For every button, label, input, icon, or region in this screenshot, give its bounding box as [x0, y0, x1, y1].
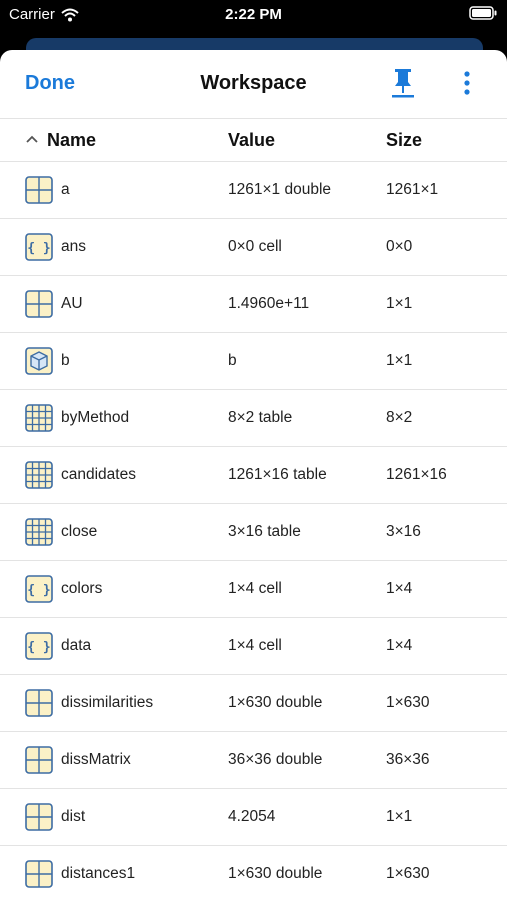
variable-name: dissimilarities	[61, 694, 154, 711]
table-row[interactable]: dissMatrix 36×36 double 36×36	[0, 732, 507, 789]
status-bar: Carrier 2:22 PM	[0, 0, 507, 30]
pin-icon[interactable]	[390, 67, 416, 99]
variable-size: 3×16	[386, 523, 421, 540]
variable-name: dissMatrix	[61, 751, 131, 768]
table-row[interactable]: close 3×16 table 3×16	[0, 504, 507, 561]
table-row[interactable]: a 1261×1 double 1261×1	[0, 162, 507, 219]
matrix-icon	[25, 803, 53, 831]
variable-size: 1×630	[386, 865, 430, 882]
navigation-bar: Done Workspace	[0, 50, 507, 119]
variable-value: 3×16 table	[228, 523, 301, 540]
matrix-icon	[25, 746, 53, 774]
battery-icon	[469, 6, 497, 20]
table-row[interactable]: candidates 1261×16 table 1261×16	[0, 447, 507, 504]
name-column-header[interactable]: Name	[47, 130, 96, 151]
table-icon	[25, 461, 53, 489]
variable-size: 1261×16	[386, 466, 447, 483]
variable-value: 0×0 cell	[228, 238, 282, 255]
variable-size: 0×0	[386, 238, 413, 255]
variable-size: 1×1	[386, 808, 413, 825]
variable-value: 4.2054	[228, 808, 276, 825]
variable-value: 1×4 cell	[228, 580, 282, 597]
more-options-icon[interactable]	[456, 68, 478, 98]
svg-text:{ }: { }	[27, 241, 50, 256]
variable-size: 1×1	[386, 295, 413, 312]
variable-name: AU	[61, 295, 83, 312]
variable-value: 36×36 double	[228, 751, 323, 768]
matrix-icon	[25, 176, 53, 204]
object-icon	[25, 347, 53, 375]
done-button[interactable]: Done	[25, 72, 75, 95]
variable-name: data	[61, 637, 92, 654]
svg-text:{ }: { }	[27, 583, 50, 598]
variable-name: ans	[61, 238, 86, 255]
variable-size: 8×2	[386, 409, 413, 426]
table-row[interactable]: { } ans 0×0 cell 0×0	[0, 219, 507, 276]
variable-value: b	[228, 352, 237, 369]
cell-icon: { }	[25, 233, 53, 261]
variable-name: dist	[61, 808, 86, 825]
variable-value: 8×2 table	[228, 409, 293, 426]
variable-name: distances1	[61, 865, 136, 882]
table-row[interactable]: AU 1.4960e+11 1×1	[0, 276, 507, 333]
table-icon	[25, 404, 53, 432]
table-row[interactable]: byMethod 8×2 table 8×2	[0, 390, 507, 447]
variable-value: 1×630 double	[228, 694, 323, 711]
table-row[interactable]: dissimilarities 1×630 double 1×630	[0, 675, 507, 732]
sort-ascending-icon[interactable]	[26, 134, 38, 144]
variable-name: byMethod	[61, 409, 130, 426]
table-row[interactable]: b b 1×1	[0, 333, 507, 390]
variable-value: 1261×1 double	[228, 181, 332, 198]
workspace-sheet: Done Workspace Name Value Size a 1261×1 d…	[0, 50, 507, 900]
variable-name: colors	[61, 580, 103, 597]
variable-size: 36×36	[386, 751, 430, 768]
table-row[interactable]: dist 4.2054 1×1	[0, 789, 507, 846]
variable-name: candidates	[61, 466, 136, 483]
variable-size: 1261×1	[386, 181, 439, 198]
variable-value: 1×4 cell	[228, 637, 282, 654]
page-title: Workspace	[200, 72, 307, 94]
variable-size: 1×4	[386, 580, 413, 597]
variable-value: 1.4960e+11	[228, 295, 310, 312]
variable-value: 1261×16 table	[228, 466, 327, 483]
variable-value: 1×630 double	[228, 865, 323, 882]
variable-name: b	[61, 352, 70, 369]
variable-size: 1×1	[386, 352, 413, 369]
variable-name: a	[61, 181, 70, 198]
variable-name: close	[61, 523, 98, 540]
matrix-icon	[25, 290, 53, 318]
variable-size: 1×630	[386, 694, 430, 711]
variable-list: a 1261×1 double 1261×1 { } ans 0×0 cell 0×0 AU 1…	[0, 162, 507, 900]
table-icon	[25, 518, 53, 546]
size-column-header[interactable]: Size	[386, 130, 422, 151]
cell-icon: { }	[25, 575, 53, 603]
variable-size: 1×4	[386, 637, 413, 654]
column-header-row: Name Value Size	[0, 119, 507, 162]
value-column-header[interactable]: Value	[228, 130, 275, 151]
table-row[interactable]: { } colors 1×4 cell 1×4	[0, 561, 507, 618]
matrix-icon	[25, 860, 53, 888]
matrix-icon	[25, 689, 53, 717]
svg-text:{ }: { }	[27, 640, 50, 655]
cell-icon: { }	[25, 632, 53, 660]
clock: 2:22 PM	[225, 6, 282, 23]
table-row[interactable]: distances1 1×630 double 1×630	[0, 846, 507, 900]
table-row[interactable]: { } data 1×4 cell 1×4	[0, 618, 507, 675]
